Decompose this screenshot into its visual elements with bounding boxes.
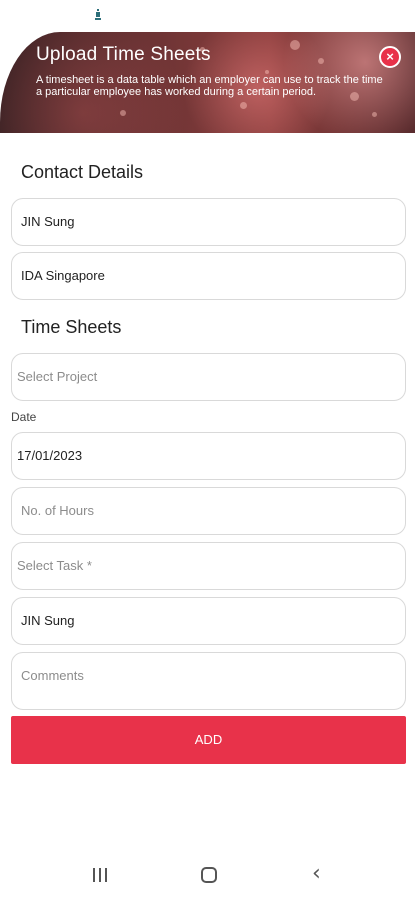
close-icon: ×	[386, 49, 394, 64]
recents-icon[interactable]	[93, 868, 109, 882]
close-button[interactable]: ×	[379, 46, 401, 68]
contact-name-field[interactable]: JIN Sung	[11, 198, 406, 246]
header-banner: Upload Time Sheets A timesheet is a data…	[0, 32, 415, 133]
company-field[interactable]: IDA Singapore	[11, 252, 406, 300]
hours-input[interactable]: No. of Hours	[11, 487, 406, 535]
system-nav-bar: ‹	[0, 848, 415, 900]
select-task-dropdown[interactable]: Select Task *	[11, 542, 406, 590]
comments-input[interactable]: Comments	[11, 652, 406, 710]
date-label: Date	[11, 410, 37, 424]
page-title: Upload Time Sheets	[36, 44, 211, 65]
select-project-dropdown[interactable]: Select Project	[11, 353, 406, 401]
contact-details-title: Contact Details	[21, 162, 144, 182]
time-sheets-title: Time Sheets	[21, 317, 122, 337]
add-button[interactable]: ADD	[11, 716, 406, 764]
page-description: A timesheet is a data table which an emp…	[36, 74, 383, 98]
employee-field[interactable]: JIN Sung	[11, 597, 406, 645]
back-icon[interactable]: ‹	[312, 861, 321, 886]
date-field[interactable]: 17/01/2023	[11, 432, 406, 480]
home-icon[interactable]	[201, 867, 217, 883]
status-bar	[0, 0, 415, 32]
notification-icon	[95, 9, 101, 21]
